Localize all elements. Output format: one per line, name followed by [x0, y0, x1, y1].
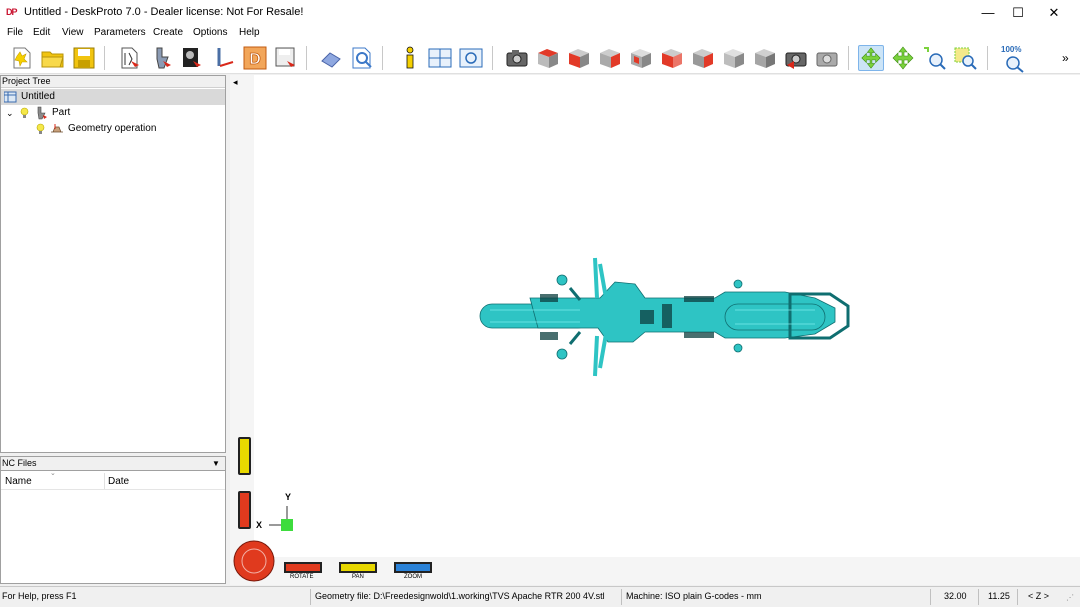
status-geometry-file: Geometry file: D:\Freedesignwold\1.worki… — [315, 591, 605, 601]
status-bar: For Help, press F1 Geometry file: D:\Fre… — [0, 586, 1080, 607]
deskproto-d-icon[interactable]: D — [242, 45, 268, 71]
tree-root-label: Untitled — [21, 91, 55, 102]
view-front-icon[interactable] — [566, 45, 592, 71]
axis-y-label: Y — [285, 492, 292, 502]
zoom-label: ZOOM — [404, 574, 422, 580]
project-tree-panel: Project Tree Untitled ⌄ Part Geometry op… — [0, 75, 226, 453]
toolpath-icon[interactable] — [211, 45, 237, 71]
menu-edit[interactable]: Edit — [33, 27, 50, 38]
menu-help[interactable]: Help — [239, 27, 260, 38]
menu-options[interactable]: Options — [193, 27, 227, 38]
zoom-mode-icon[interactable] — [921, 45, 947, 71]
project-tree-header: Project Tree — [1, 76, 225, 88]
tree-operation-label: Geometry operation — [68, 123, 157, 134]
zoom-100-label: 100% — [1001, 45, 1022, 54]
status-value-2: 11.25 — [988, 591, 1010, 601]
maximize-button[interactable]: ☐ — [1000, 0, 1036, 25]
status-value-1: 32.00 — [944, 591, 967, 601]
tree-part-label: Part — [52, 107, 71, 118]
close-button[interactable]: ✕ — [1036, 0, 1072, 25]
rear-tire — [724, 303, 826, 331]
tree-item-part[interactable]: ⌄ Part — [1, 105, 225, 121]
status-machine: Machine: ISO plain G-codes - mm — [626, 591, 762, 601]
app-logo-icon: DP — [6, 7, 18, 17]
nc-column-header-row: Name Date ⌄ — [1, 470, 225, 490]
view-left-icon[interactable] — [659, 45, 685, 71]
menu-create[interactable]: Create — [153, 27, 183, 38]
column-name[interactable]: Name — [5, 476, 32, 487]
status-axis: < Z > — [1028, 591, 1050, 601]
operation-parameters-icon[interactable] — [179, 45, 205, 71]
zoom-slider[interactable] — [394, 562, 432, 573]
menu-parameters[interactable]: Parameters — [94, 27, 146, 38]
operation-icon — [51, 124, 63, 133]
view-iso-icon[interactable] — [721, 45, 747, 71]
resize-grip-icon[interactable]: ⋰ — [1066, 593, 1074, 602]
toolbar: D 100% » — [0, 42, 1080, 74]
view-top-icon[interactable] — [535, 45, 561, 71]
rotate-slider-vertical[interactable] — [238, 491, 251, 529]
svg-text:D: D — [249, 51, 261, 68]
lightbulb-icon[interactable] — [20, 107, 29, 119]
view-right-icon[interactable] — [597, 45, 623, 71]
nc-files-panel: NC Files ▼ Name Date ⌄ — [0, 456, 226, 584]
save-icon[interactable] — [71, 45, 97, 71]
sort-icon: ⌄ — [50, 470, 56, 477]
next-view-icon[interactable] — [814, 45, 840, 71]
lightbulb-icon[interactable] — [36, 123, 45, 135]
project-icon — [4, 91, 17, 103]
collapse-panel-button[interactable]: ◂ — [233, 77, 238, 88]
rotate-mode-icon[interactable] — [858, 45, 884, 71]
view-back-icon[interactable] — [628, 45, 654, 71]
rotate-label: ROTATE — [290, 574, 314, 580]
import-geometry-icon[interactable] — [117, 45, 143, 71]
menu-file[interactable]: File — [7, 27, 23, 38]
status-help: For Help, press F1 — [2, 591, 77, 601]
column-date[interactable]: Date — [108, 476, 129, 487]
tree-item-operation[interactable]: Geometry operation — [1, 121, 225, 137]
chevron-down-icon[interactable]: ⌄ — [6, 105, 14, 121]
info-icon[interactable] — [397, 45, 423, 71]
pan-label: PAN — [352, 574, 364, 580]
menu-bar: File Edit View Parameters Create Options… — [0, 25, 1080, 42]
print-preview-icon[interactable] — [349, 45, 375, 71]
menu-view[interactable]: View — [62, 27, 84, 38]
column-divider[interactable] — [104, 473, 105, 489]
previous-view-icon[interactable] — [783, 45, 809, 71]
dropdown-arrow-icon[interactable]: ▼ — [212, 457, 220, 470]
open-folder-icon[interactable] — [40, 45, 66, 71]
tree-item-root[interactable]: Untitled — [1, 89, 225, 105]
zoom-box-icon[interactable] — [952, 45, 978, 71]
camera-view-icon[interactable] — [504, 45, 530, 71]
window-title: Untitled - DeskProto 7.0 - Dealer licens… — [24, 6, 304, 18]
new-file-icon[interactable] — [9, 45, 35, 71]
nc-files-title: NC Files — [2, 458, 37, 468]
view-bottom-icon[interactable] — [690, 45, 716, 71]
pan-slider-vertical[interactable] — [238, 437, 251, 475]
rotate-dial-icon[interactable] — [233, 540, 275, 582]
toolbar-overflow-button[interactable]: » — [1062, 51, 1069, 65]
viewport-bottom-toolbar — [254, 557, 1080, 585]
zoom-window-icon[interactable] — [458, 45, 484, 71]
rotate-slider[interactable] — [284, 562, 322, 573]
save-nc-icon[interactable] — [273, 45, 299, 71]
title-bar: DP Untitled - DeskProto 7.0 - Dealer lic… — [0, 0, 1080, 25]
pan-mode-icon[interactable] — [890, 45, 916, 71]
part-icon — [37, 106, 47, 120]
axis-x-label: X — [256, 520, 263, 530]
motorcycle-model[interactable] — [470, 250, 860, 380]
axis-triad — [269, 506, 293, 531]
view-iso-back-icon[interactable] — [752, 45, 778, 71]
zoom-100-icon[interactable] — [1003, 55, 1027, 73]
pan-slider[interactable] — [339, 562, 377, 573]
nc-files-header[interactable]: NC Files ▼ — [1, 457, 225, 471]
eraser-icon[interactable] — [318, 45, 344, 71]
four-views-icon[interactable] — [427, 45, 453, 71]
part-parameters-icon[interactable] — [149, 45, 175, 71]
